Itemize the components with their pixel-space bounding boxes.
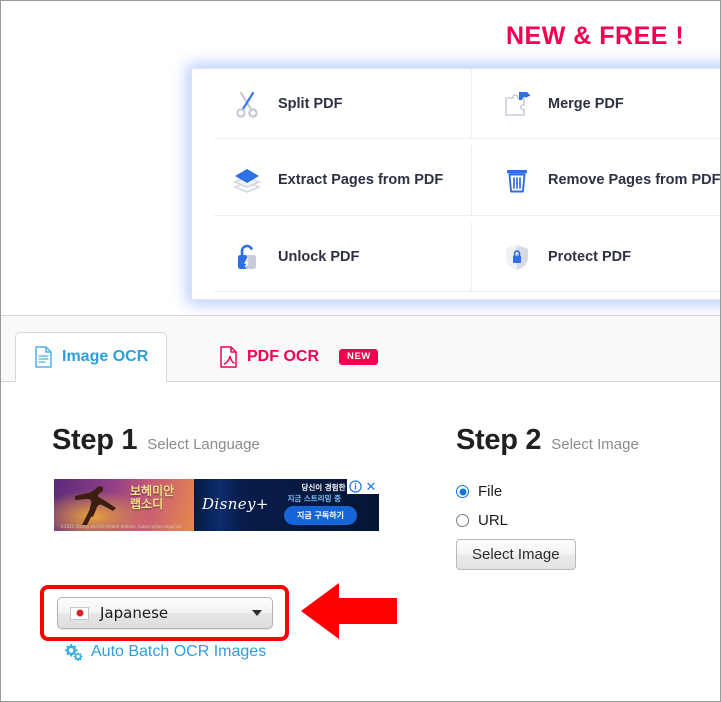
step1-title: Step 1	[52, 424, 138, 456]
ad-left-panel: 보헤미안 랩소디 ©2021 Disney and its related en…	[54, 479, 194, 531]
auto-batch-ocr-link[interactable]: Auto Batch OCR Images	[63, 643, 266, 661]
radio-option-file[interactable]: File	[456, 483, 502, 500]
jp-flag-icon	[70, 606, 89, 620]
trash-icon	[507, 170, 527, 193]
tool-item-remove-pages[interactable]: Remove Pages from PDF	[471, 145, 721, 216]
ocr-tabbar: Image OCR PDF OCR NEW	[1, 316, 720, 382]
performer-silhouette-icon	[75, 486, 116, 525]
tool-label: Protect PDF	[548, 248, 631, 265]
tab-label: PDF OCR	[247, 348, 319, 365]
step2-subtitle: Select Image	[551, 436, 639, 453]
gears-icon	[64, 644, 83, 661]
puzzle-merge-icon	[505, 91, 531, 116]
advertisement-banner[interactable]: 보헤미안 랩소디 ©2021 Disney and its related en…	[54, 479, 379, 531]
tool-item-split-pdf[interactable]: Split PDF	[214, 69, 471, 139]
shield-lock-icon	[506, 244, 528, 270]
ad-title-line2: 랩소디	[130, 496, 164, 511]
pdf-tools-grid: Split PDF Merge PDF Extract Pages from P…	[192, 69, 721, 299]
scissors-icon	[236, 91, 258, 118]
step1-heading: Step 1 Select Language	[52, 424, 260, 457]
pdf-tools-panel: Split PDF Merge PDF Extract Pages from P…	[191, 68, 721, 300]
tool-label: Unlock PDF	[278, 248, 360, 265]
pdf-file-icon	[220, 346, 237, 368]
tab-new-badge: NEW	[339, 349, 378, 365]
tab-label: Image OCR	[62, 348, 149, 365]
radio-url-label: URL	[478, 512, 509, 529]
ad-copy-line2: 지금 스트리밍 중	[287, 494, 341, 503]
ad-brand-disney-plus: Disney+	[202, 495, 269, 513]
chevron-down-icon	[252, 610, 262, 616]
promo-headline: NEW & FREE !	[506, 22, 685, 50]
tab-image-ocr[interactable]: Image OCR	[15, 332, 168, 382]
radio-option-url[interactable]: URL	[456, 512, 508, 529]
tab-pdf-ocr[interactable]: PDF OCR NEW	[201, 332, 396, 382]
tool-item-merge-pdf[interactable]: Merge PDF	[471, 69, 720, 139]
ad-fineprint: ©2021 Disney and its related entities. S…	[60, 524, 183, 529]
language-select[interactable]: Japanese	[57, 597, 273, 629]
tool-label: Extract Pages from PDF	[278, 172, 444, 189]
ad-choices-icon[interactable]	[347, 479, 363, 494]
tool-item-extract-pages[interactable]: Extract Pages from PDF	[214, 146, 471, 216]
layers-icon	[233, 169, 261, 193]
radio-file-input[interactable]	[456, 485, 469, 498]
tool-label: Merge PDF	[548, 95, 624, 112]
step2-title: Step 2	[456, 424, 542, 456]
radio-url-input[interactable]	[456, 514, 469, 527]
annotation-arrow-left	[301, 583, 397, 639]
step2-heading: Step 2 Select Image	[456, 424, 639, 457]
info-circle-icon	[348, 480, 362, 493]
document-text-icon	[35, 346, 52, 368]
tool-label: Split PDF	[278, 95, 343, 112]
step1-subtitle: Select Language	[147, 436, 260, 453]
tool-label: Remove Pages from PDF	[548, 172, 721, 189]
auto-batch-ocr-label: Auto Batch OCR Images	[91, 643, 267, 660]
tool-item-unlock-pdf[interactable]: Unlock PDF	[214, 222, 471, 293]
page-root: NEW & FREE ! Split PDF Merge PDF Extract…	[0, 0, 721, 702]
unlock-icon	[238, 244, 256, 269]
ad-close-icon[interactable]: ✕	[363, 479, 379, 494]
ad-title-korean: 보헤미안 랩소디	[130, 485, 174, 510]
radio-file-label: File	[478, 483, 503, 500]
language-select-value: Japanese	[100, 604, 169, 622]
tool-item-protect-pdf[interactable]: Protect PDF	[471, 222, 720, 293]
select-image-button[interactable]: Select Image	[456, 539, 576, 570]
ad-cta-button[interactable]: 지금 구독하기	[284, 506, 357, 525]
